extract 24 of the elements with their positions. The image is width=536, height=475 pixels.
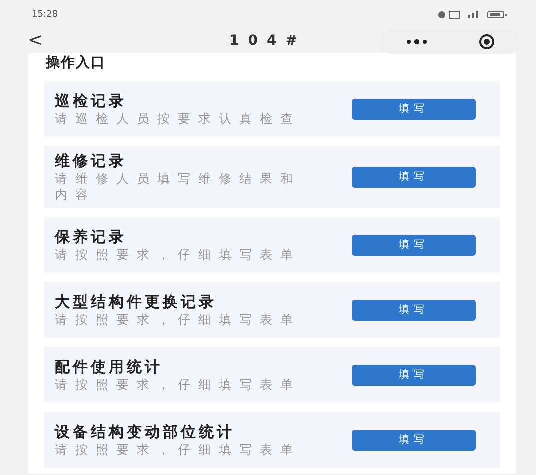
entry-title: 配件使用统计 <box>55 357 164 377</box>
entry-description: 请维修人员填写维修结果和内容 <box>55 171 302 203</box>
entry-title: 保养记录 <box>55 227 128 247</box>
entry-title: 巡检记录 <box>55 91 128 111</box>
entry-title: 大型结构件更换记录 <box>55 292 218 312</box>
back-button[interactable]: < <box>28 30 44 52</box>
entry-description: 请按照要求，仔细填写表单 <box>55 312 302 328</box>
entry-description: 请按照要求，仔细填写表单 <box>55 247 302 263</box>
fill-button[interactable]: 填写 <box>352 300 476 320</box>
entry-description: 请按照要求，仔细填写表单 <box>55 377 302 393</box>
fill-button[interactable]: 填写 <box>352 234 476 256</box>
fill-button[interactable]: 填写 <box>352 166 476 188</box>
fill-button[interactable]: 填写 <box>352 364 476 386</box>
status-time: 15:28 <box>32 10 58 20</box>
entry-title: 维修记录 <box>55 151 128 171</box>
more-icon[interactable] <box>406 39 428 45</box>
fill-button[interactable]: 填写 <box>352 430 476 450</box>
fill-button[interactable]: 填写 <box>352 98 476 120</box>
section-title: 操作入口 <box>46 54 107 72</box>
page-title: 104# <box>230 33 306 49</box>
entry-title: 设备结构变动部位统计 <box>55 422 236 442</box>
entry-description: 请巡检人员按要求认真检查 <box>55 111 302 127</box>
status-icons-drawing <box>438 11 510 19</box>
entry-description: 请按照要求，仔细填写表单 <box>55 442 302 458</box>
